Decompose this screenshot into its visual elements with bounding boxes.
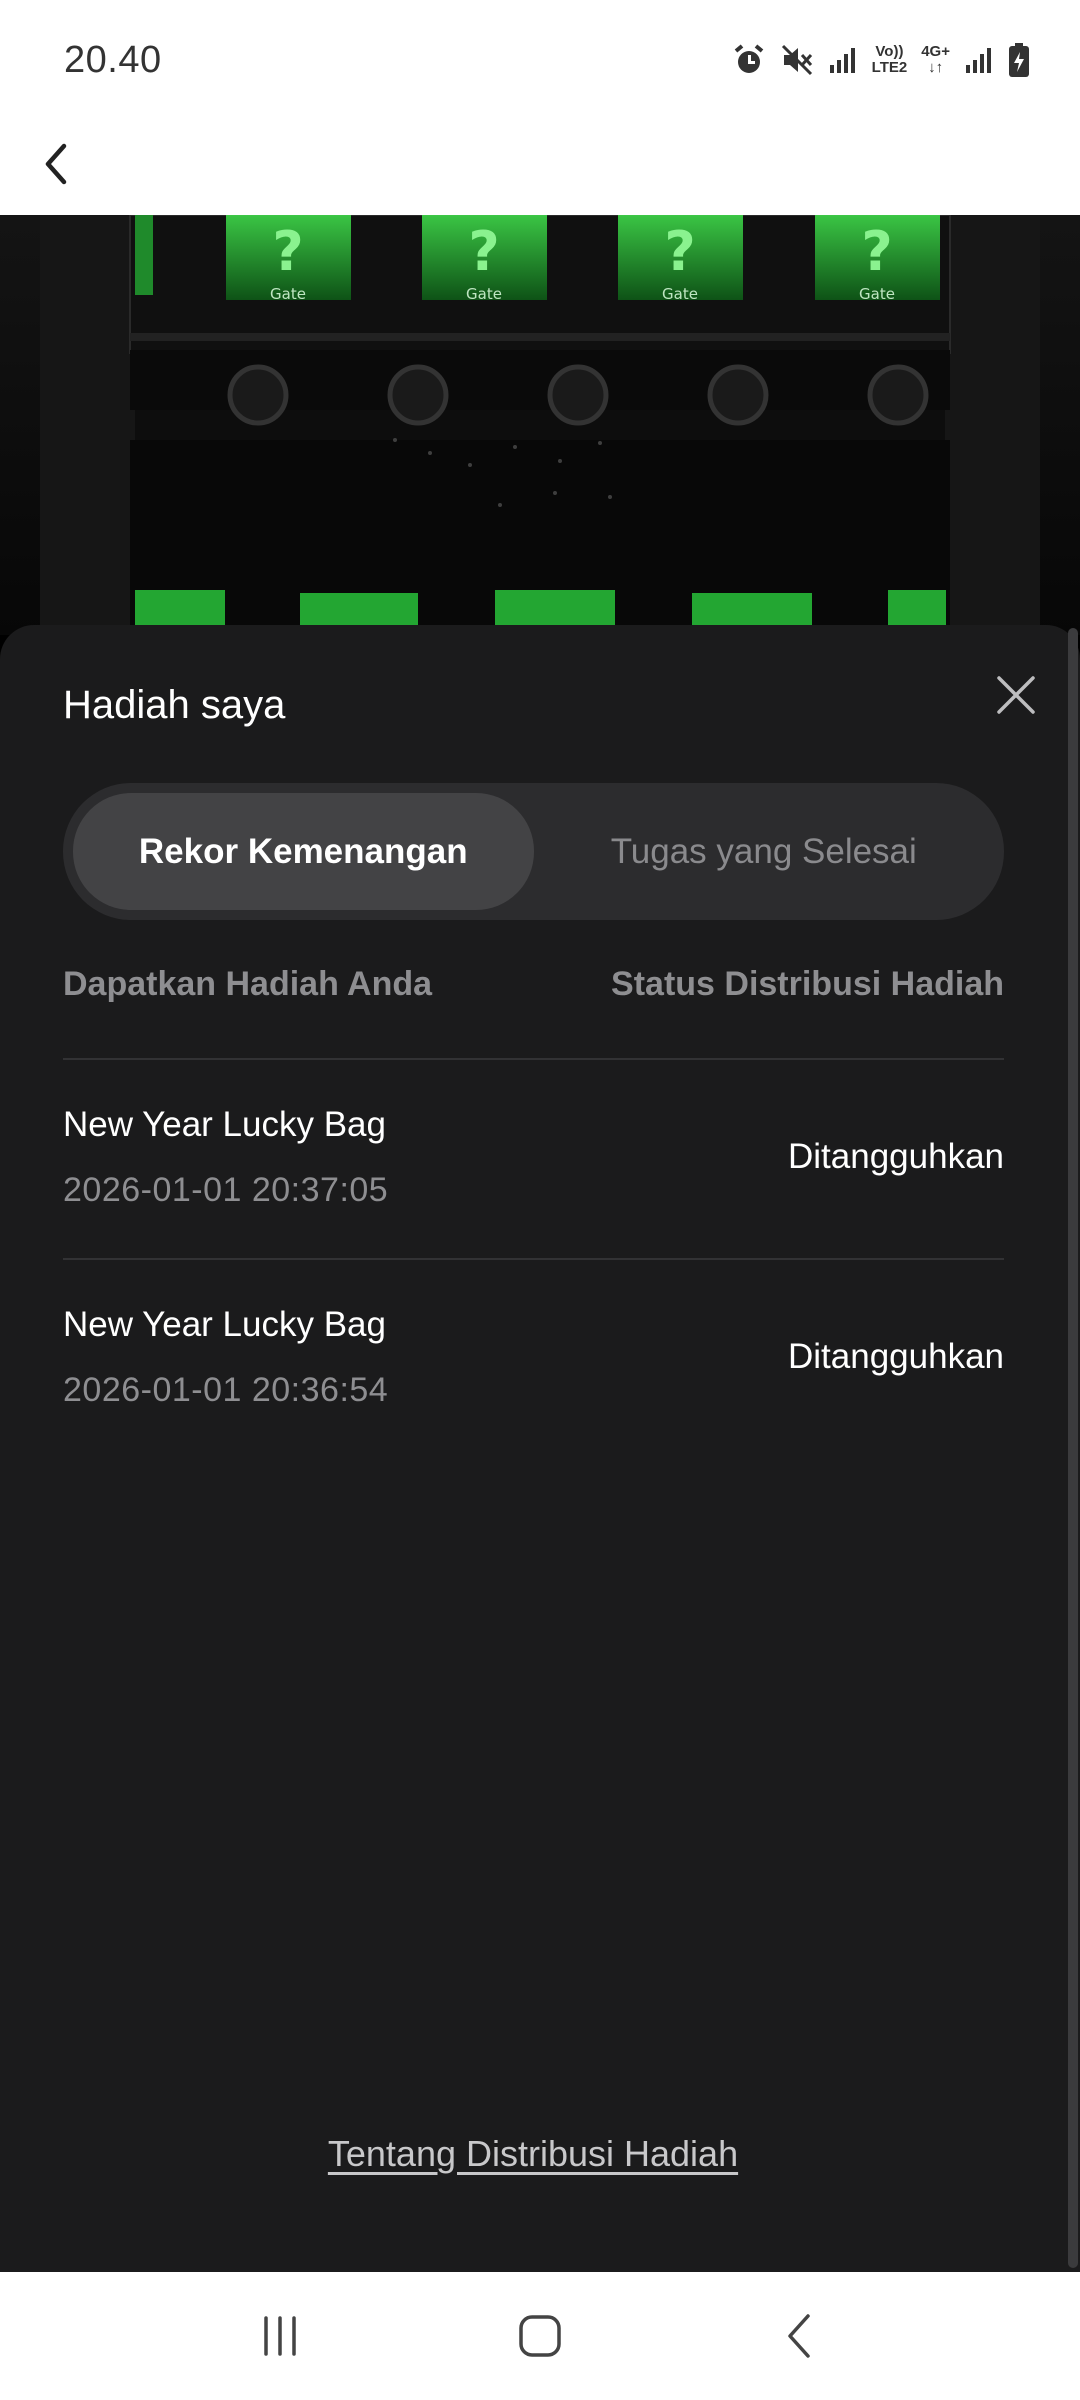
column-header-reward: Dapatkan Hadiah Anda <box>63 965 433 1003</box>
reward-time: 2026-01-01 20:37:05 <box>63 1171 389 1209</box>
back-icon <box>788 2314 810 2358</box>
back-button[interactable] <box>24 132 88 196</box>
svg-text:?: ? <box>664 220 695 283</box>
tab-switcher: Rekor Kemenangan Tugas yang Selesai <box>63 783 1004 920</box>
status-time: 20.40 <box>64 38 162 81</box>
divider <box>63 1258 1004 1260</box>
volte-label-top: Vo)) <box>875 43 904 60</box>
tab-rekor-kemenangan[interactable]: Rekor Kemenangan <box>73 793 534 910</box>
svg-text:?: ? <box>468 220 499 283</box>
signal-icon-2 <box>964 45 994 75</box>
svg-text:Gate: Gate <box>466 285 502 303</box>
home-button[interactable] <box>495 2291 585 2381</box>
rewards-sheet: Hadiah saya Rekor Kemenangan Tugas yang … <box>0 625 1080 2272</box>
system-nav-bar <box>0 2272 1080 2400</box>
alarm-icon <box>732 43 766 77</box>
sheet-scrollbar[interactable] <box>1068 628 1078 2268</box>
reward-name: New Year Lucky Bag <box>63 1105 386 1144</box>
reward-row: New Year Lucky Bag 2026-01-01 20:36:54 D… <box>63 1305 1004 1455</box>
reward-name: New Year Lucky Bag <box>63 1305 386 1344</box>
svg-text:Gate: Gate <box>662 285 698 303</box>
close-icon <box>997 676 1035 714</box>
game-background: ? Gate ? Gate ? Gate ? Gate <box>0 215 1080 635</box>
tab-tugas-selesai[interactable]: Tugas yang Selesai <box>534 793 995 910</box>
reward-time: 2026-01-01 20:36:54 <box>63 1371 389 1409</box>
app-header <box>0 120 1080 215</box>
network-label: 4G+ <box>921 43 950 60</box>
data-arrows-icon: 4G+ ↓↑ <box>921 44 950 76</box>
svg-text:?: ? <box>861 220 892 283</box>
mute-icon <box>780 43 814 77</box>
mystery-boxes-top: ? Gate ? Gate ? Gate ? Gate <box>135 215 940 303</box>
sheet-title: Hadiah saya <box>63 683 286 727</box>
reward-status: Ditangguhkan <box>788 1137 1004 1176</box>
volte-icon: Vo)) LTE2 <box>872 44 908 76</box>
reward-status: Ditangguhkan <box>788 1337 1004 1376</box>
recent-apps-icon <box>264 2316 296 2356</box>
arrows-glyph: ↓↑ <box>928 59 944 76</box>
lucky-box-machine-illustration: ? Gate ? Gate ? Gate ? Gate <box>40 215 1040 635</box>
battery-charging-icon <box>1008 42 1030 78</box>
svg-text:Gate: Gate <box>270 285 306 303</box>
divider <box>63 1058 1004 1060</box>
about-distribution-link[interactable]: Tentang Distribusi Hadiah <box>0 2133 1066 2175</box>
status-icons: Vo)) LTE2 4G+ ↓↑ <box>732 42 1030 78</box>
screen: 20.40 Vo)) LTE2 4G+ ↓↑ ? Gate ? Gate ? G… <box>0 0 1080 2400</box>
column-header-status: Status Distribusi Hadiah <box>611 965 1004 1003</box>
close-button[interactable] <box>986 665 1046 725</box>
svg-text:?: ? <box>272 220 303 283</box>
chevron-left-icon <box>45 143 67 185</box>
reward-row: New Year Lucky Bag 2026-01-01 20:37:05 D… <box>63 1105 1004 1255</box>
home-icon <box>519 2315 561 2357</box>
nav-back-button[interactable] <box>755 2291 845 2381</box>
svg-text:Gate: Gate <box>859 285 895 303</box>
signal-icon <box>828 45 858 75</box>
column-headers: Dapatkan Hadiah Anda Status Distribusi H… <box>63 965 1004 1004</box>
status-bar: 20.40 Vo)) LTE2 4G+ ↓↑ <box>0 0 1080 120</box>
recent-apps-button[interactable] <box>235 2291 325 2381</box>
volte-label-bottom: LTE2 <box>871 59 908 76</box>
